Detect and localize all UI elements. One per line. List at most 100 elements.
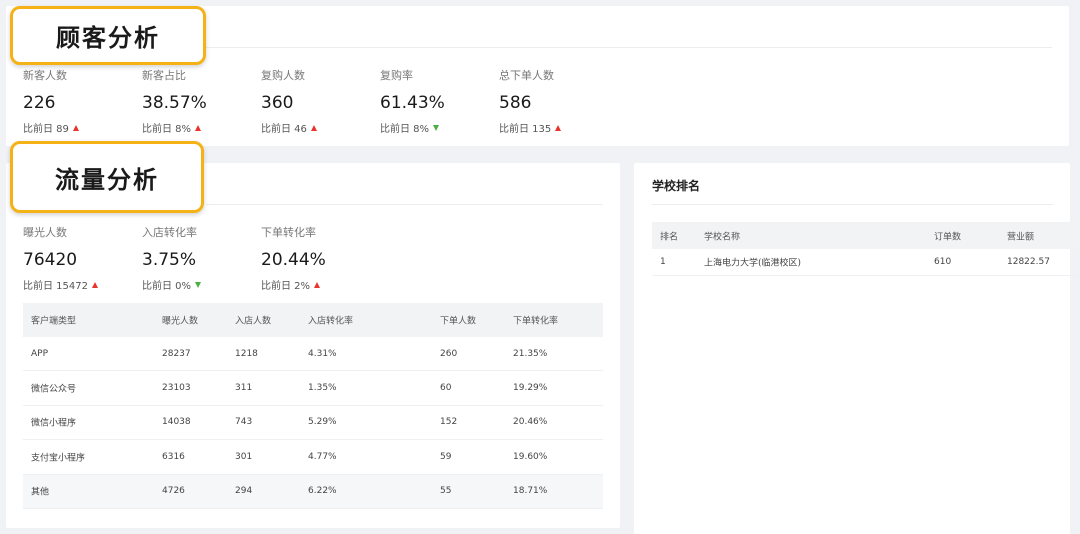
table-row[interactable]: 微信公众号 23103 311 1.35% 60 19.29% [23,371,603,406]
trend-up-icon [555,124,562,131]
table-cell: 支付宝小程序 [31,453,86,464]
stat-value: 76420 [23,250,78,270]
table-cell: 59 [440,451,452,462]
stat-order-conversion: 下单转化率 20.44% 比前日 2% [261,224,376,292]
stat-value: 38.57% [142,93,207,113]
table-row[interactable]: APP 28237 1218 4.31% 260 21.35% [23,337,603,372]
table-header-row: 客户端类型 曝光人数 入店人数 入店转化率 下单人数 下单转化率 [23,303,603,337]
table-row[interactable]: 微信小程序 14038 743 5.29% 152 20.46% [23,406,603,441]
stat-repurchase-count: 复购人数 360 比前日 46 [261,67,376,135]
table-cell: 18.71% [513,486,548,497]
table-cell: 55 [440,486,452,497]
customer-analysis-callout: 顾客分析 [10,6,206,65]
stat-compare: 比前日 135 [499,124,552,135]
stat-compare: 比前日 8% [380,124,430,135]
stat-compare: 比前日 0% [142,281,192,292]
trend-up-icon [310,124,317,131]
column-header: 入店人数 [235,316,272,327]
stat-label: 新客占比 [142,69,186,82]
client-type-table: 客户端类型 曝光人数 入店人数 入店转化率 下单人数 下单转化率 APP 282… [23,303,603,509]
traffic-analysis-callout: 流量分析 [10,141,204,213]
column-header: 曝光人数 [162,316,199,327]
stat-repurchase-rate: 复购率 61.43% 比前日 8% [380,67,495,135]
trend-up-icon [314,281,321,288]
table-cell: 1 [660,257,666,267]
trend-down-icon [433,124,440,131]
stat-label: 下单转化率 [261,226,316,239]
column-header: 入店转化率 [308,316,354,327]
stat-exposure: 曝光人数 76420 比前日 15472 [23,224,138,292]
stat-value: 20.44% [261,250,326,270]
column-header: 营业额 [1007,232,1035,242]
table-header-row: 排名 学校名称 订单数 营业额 [652,222,1080,249]
table-cell: 4.31% [308,348,337,359]
column-header: 学校名称 [704,232,741,242]
trend-up-icon [92,281,98,288]
table-cell: 其他 [31,487,50,498]
table-cell: 微信小程序 [31,418,77,429]
trend-up-icon [195,124,202,131]
table-row[interactable]: 其他 4726 294 6.22% 55 18.71% [23,474,603,509]
table-cell: 微信公众号 [31,384,77,395]
column-header: 下单人数 [440,316,477,327]
stat-compare: 比前日 89 [23,124,69,135]
stat-value: 586 [499,93,532,113]
table-cell: 23103 [162,383,191,394]
table-cell: 5.29% [308,417,337,428]
table-cell: 311 [235,383,253,394]
table-row[interactable]: 1 上海电力大学(临港校区) 610 12822.57 [652,249,1080,276]
table-cell: 4726 [162,486,185,497]
stat-label: 总下单人数 [499,69,554,82]
column-header: 下单转化率 [513,316,559,327]
table-row[interactable]: 支付宝小程序 6316 301 4.77% 59 19.60% [23,440,603,475]
column-header: 客户端类型 [31,316,77,327]
traffic-header-divider [206,204,603,205]
stat-compare: 比前日 2% [261,281,311,292]
table-cell: 14038 [162,417,191,428]
school-ranking-card [634,163,1070,534]
table-cell: 21.35% [513,348,548,359]
table-cell: 1218 [235,348,258,359]
stat-value: 360 [261,93,294,113]
table-cell: 28237 [162,348,191,359]
table-cell: 19.60% [513,451,548,462]
stat-label: 复购人数 [261,69,305,82]
school-ranking-title: 学校排名 [652,179,701,193]
trend-up-icon [72,124,79,131]
table-cell: 6.22% [308,486,337,497]
table-cell: 12822.57 [1007,257,1050,267]
stat-compare: 比前日 46 [261,124,307,135]
table-cell: 301 [235,451,253,462]
table-cell: 19.29% [513,383,548,394]
column-header: 排名 [660,232,679,242]
table-cell: 4.77% [308,451,337,462]
table-cell: 6316 [162,451,185,462]
table-cell: 20.46% [513,417,548,428]
stat-label: 入店转化率 [142,226,197,239]
stat-value: 226 [23,93,56,113]
stat-label: 复购率 [380,69,413,82]
school-ranking-table: 排名 学校名称 订单数 营业额 1 上海电力大学(临港校区) 610 12822… [652,222,1080,276]
table-cell: 上海电力大学(临港校区) [704,258,802,269]
table-cell: 610 [934,257,952,267]
table-cell: APP [31,348,49,359]
stat-store-conversion: 入店转化率 3.75% 比前日 0% [142,224,257,292]
stat-compare: 比前日 15472 [23,281,88,292]
table-cell: 743 [235,417,253,428]
stat-value: 3.75% [142,250,197,270]
stat-compare: 比前日 8% [142,124,192,135]
table-cell: 260 [440,348,458,359]
stat-new-customer-ratio: 新客占比 38.57% 比前日 8% [142,67,257,135]
stat-value: 61.43% [380,93,445,113]
table-cell: 1.35% [308,383,337,394]
stat-label: 新客人数 [23,69,67,82]
table-cell: 152 [440,417,458,428]
column-header: 订单数 [934,232,962,242]
stat-label: 曝光人数 [23,226,67,239]
trend-down-icon [195,281,202,288]
table-cell: 294 [235,486,253,497]
stat-total-orderers: 总下单人数 586 比前日 135 [499,67,614,135]
school-header-divider [652,204,1053,205]
customer-header-divider [206,47,1052,48]
table-cell: 60 [440,383,452,394]
